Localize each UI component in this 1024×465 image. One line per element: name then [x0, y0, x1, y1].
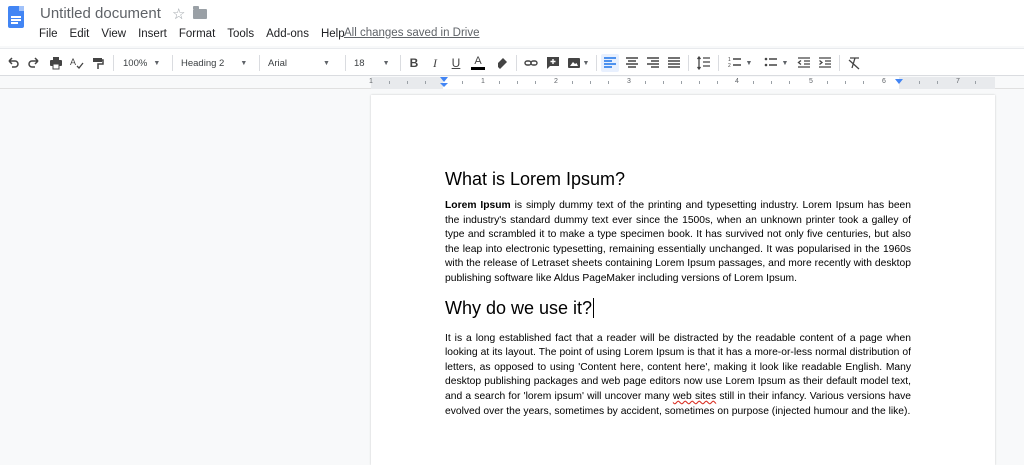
text-color-bar	[471, 67, 485, 70]
zoom-select[interactable]: 100% ▼	[123, 54, 167, 72]
heading-why-use-text: Why do we use it?	[445, 297, 593, 318]
ruler[interactable]: 1 1 2 3 4 5 6 7	[0, 77, 1024, 89]
clear-formatting-icon[interactable]	[846, 54, 862, 72]
separator	[113, 55, 114, 71]
menu-addons[interactable]: Add-ons	[266, 27, 309, 41]
highlight-icon[interactable]	[494, 54, 510, 72]
decrease-indent-icon[interactable]	[796, 54, 812, 72]
font-size-select[interactable]: 18 ▼	[354, 54, 396, 72]
italic-button[interactable]: I	[428, 54, 442, 72]
ruler-number: 3	[627, 78, 631, 85]
chevron-down-icon: ▼	[582, 59, 590, 67]
toolbar: A 100% ▼ Heading 2 ▼ Arial ▼ 18 ▼ B I U A ▼	[0, 48, 1024, 76]
separator	[596, 55, 597, 71]
style-select[interactable]: Heading 2 ▼	[181, 54, 256, 72]
add-comment-icon[interactable]	[545, 54, 561, 72]
chevron-down-icon: ▼	[240, 59, 248, 67]
top-bar: Untitled document ☆ File Edit View Inser…	[0, 0, 1024, 46]
misspelled-word[interactable]: web sites	[673, 391, 716, 402]
text-cursor	[593, 297, 595, 318]
svg-text:2: 2	[728, 63, 731, 69]
separator	[400, 55, 401, 71]
ruler-number: 4	[735, 78, 739, 85]
document-body[interactable]: What is Lorem Ipsum? Lorem Ipsum is simp…	[445, 168, 911, 419]
menu-tools[interactable]: Tools	[227, 27, 254, 41]
menu-file[interactable]: File	[39, 27, 58, 41]
undo-icon[interactable]	[5, 54, 21, 72]
svg-text:A: A	[70, 57, 76, 67]
paragraph-1: Lorem Ipsum is simply dummy text of the …	[445, 199, 911, 287]
image-icon	[567, 58, 580, 68]
heading-why-use: Why do we use it?	[445, 297, 911, 319]
ruler-right-margin	[899, 77, 995, 89]
ruler-number: 1	[369, 78, 373, 85]
menu-insert[interactable]: Insert	[138, 27, 167, 41]
left-indent-marker[interactable]	[440, 77, 448, 82]
separator	[345, 55, 346, 71]
chevron-down-icon: ▼	[745, 59, 753, 67]
ruler-number: 6	[882, 78, 886, 85]
line-spacing-icon[interactable]	[695, 54, 713, 72]
align-center-icon[interactable]	[624, 54, 640, 72]
font-value: Arial	[268, 57, 288, 69]
text-color-icon: A	[474, 55, 482, 67]
align-left-icon[interactable]	[601, 54, 619, 72]
chevron-down-icon: ▼	[781, 59, 789, 67]
zoom-value: 100%	[123, 57, 148, 69]
save-status-link[interactable]: All changes saved in Drive	[344, 27, 480, 39]
document-title[interactable]: Untitled document	[40, 5, 161, 22]
chevron-down-icon: ▼	[382, 59, 390, 67]
chevron-down-icon: ▼	[323, 59, 330, 67]
font-size-value: 18	[354, 57, 365, 69]
underline-button[interactable]: U	[449, 54, 463, 72]
redo-icon[interactable]	[26, 54, 42, 72]
docs-logo-icon[interactable]	[8, 6, 24, 28]
spellcheck-icon[interactable]: A	[69, 54, 85, 72]
folder-icon[interactable]	[193, 6, 207, 19]
first-line-indent-marker[interactable]	[440, 83, 448, 87]
ruler-number: 5	[809, 78, 813, 85]
align-right-icon[interactable]	[645, 54, 661, 72]
separator	[688, 55, 689, 71]
menu-bar: File Edit View Insert Format Tools Add-o…	[39, 27, 357, 41]
paragraph-2: It is a long established fact that a rea…	[445, 332, 911, 420]
link-icon[interactable]	[523, 54, 539, 72]
print-icon[interactable]	[48, 54, 64, 72]
text-color-button[interactable]: A	[470, 54, 486, 72]
insert-image-button[interactable]: ▼	[566, 54, 590, 72]
bulleted-list-button[interactable]: ▼	[761, 54, 791, 72]
menu-format[interactable]: Format	[179, 27, 215, 41]
align-justify-icon[interactable]	[666, 54, 682, 72]
chevron-down-icon: ▼	[153, 59, 161, 67]
numbered-list-icon: 12	[728, 57, 741, 69]
menu-help[interactable]: Help	[321, 27, 345, 41]
star-icon[interactable]: ☆	[172, 5, 185, 23]
separator	[516, 55, 517, 71]
numbered-list-button[interactable]: 12 ▼	[724, 54, 756, 72]
separator	[718, 55, 719, 71]
ruler-number: 7	[956, 78, 960, 85]
menu-edit[interactable]: Edit	[70, 27, 90, 41]
bulleted-list-icon	[764, 57, 777, 67]
style-value: Heading 2	[181, 57, 225, 69]
bold-button[interactable]: B	[407, 54, 421, 72]
increase-indent-icon[interactable]	[817, 54, 833, 72]
ruler-number: 1	[481, 78, 485, 85]
heading-what-is-lorem: What is Lorem Ipsum?	[445, 169, 626, 189]
separator	[259, 55, 260, 71]
paragraph-1-text: is simply dummy text of the printing and…	[445, 200, 912, 284]
right-indent-marker[interactable]	[895, 79, 903, 84]
menu-view[interactable]: View	[101, 27, 126, 41]
bold-lorem-ipsum: Lorem Ipsum	[445, 200, 511, 211]
separator	[839, 55, 840, 71]
font-select[interactable]: Arial ▼	[268, 54, 340, 72]
ruler-number: 2	[554, 78, 558, 85]
separator	[172, 55, 173, 71]
paint-format-icon[interactable]	[90, 54, 106, 72]
